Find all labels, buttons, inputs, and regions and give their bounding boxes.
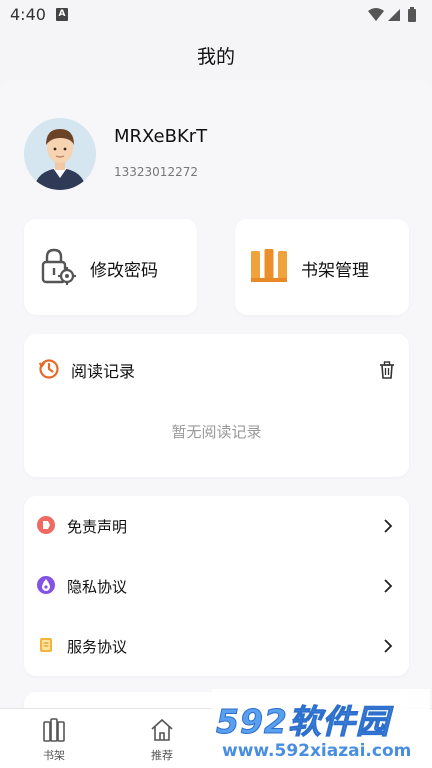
change-password-button[interactable]: 修改密码 — [24, 219, 197, 315]
menu-label: 服务协议 — [67, 638, 128, 656]
nav-bar: 我的 — [0, 30, 432, 80]
page-title: 我的 — [196, 46, 235, 68]
status-icons — [368, 7, 416, 22]
tab-recommend[interactable]: 推荐 — [108, 709, 216, 768]
watermark-brand: 592软件园 — [216, 702, 390, 742]
bookshelf-icon — [43, 718, 65, 742]
profile-page: MRXeBKrT 13323012272 修改密码 书架管理 阅读记录 暂无阅读… — [0, 80, 432, 708]
menu-item-privacy[interactable]: 隐私协议 — [24, 556, 409, 616]
watermark: 592软件园 www.592xiazai.com — [212, 689, 430, 768]
avatar-illustration — [24, 118, 96, 190]
reading-history-empty: 暂无阅读记录 — [171, 423, 262, 441]
tab-bookshelf[interactable]: 书架 — [0, 709, 108, 768]
tab-label: 推荐 — [151, 749, 173, 762]
books-icon — [251, 249, 287, 282]
watermark-url: www.592xiazai.com — [222, 741, 412, 761]
lock-gear-icon — [41, 248, 76, 285]
trash-icon[interactable] — [379, 361, 395, 379]
username: MRXeBKrT — [114, 126, 208, 147]
chevron-right-icon — [384, 639, 393, 653]
chevron-right-icon — [384, 579, 393, 593]
menu-label: 隐私协议 — [67, 578, 128, 596]
bookshelf-manage-label: 书架管理 — [301, 261, 369, 281]
bookshelf-manage-button[interactable]: 书架管理 — [235, 219, 409, 315]
history-clock-icon — [38, 359, 59, 379]
signal-icon — [388, 9, 400, 21]
status-bar: 4:40 A — [0, 0, 432, 30]
reading-history-title: 阅读记录 — [71, 362, 136, 381]
tab-label: 书架 — [43, 749, 65, 762]
notification-icon: A — [56, 8, 68, 21]
menu-item-service[interactable]: 服务协议 — [24, 616, 409, 676]
change-password-label: 修改密码 — [90, 261, 158, 281]
menu-item-disclaimer[interactable]: 免责声明 — [24, 496, 409, 556]
wifi-icon — [368, 8, 384, 21]
service-icon — [40, 638, 52, 652]
chevron-right-icon — [384, 519, 393, 533]
disclaimer-icon — [37, 516, 55, 534]
settings-list: 免责声明 隐私协议 服务协议 — [24, 496, 409, 676]
avatar[interactable] — [24, 118, 96, 190]
home-icon — [151, 718, 173, 741]
battery-icon — [408, 9, 416, 22]
phone-number: 13323012272 — [114, 165, 198, 179]
status-time: 4:40 — [10, 5, 46, 24]
privacy-icon — [37, 576, 55, 594]
reading-history-card: 阅读记录 暂无阅读记录 — [24, 334, 409, 477]
menu-label: 免责声明 — [67, 518, 128, 536]
